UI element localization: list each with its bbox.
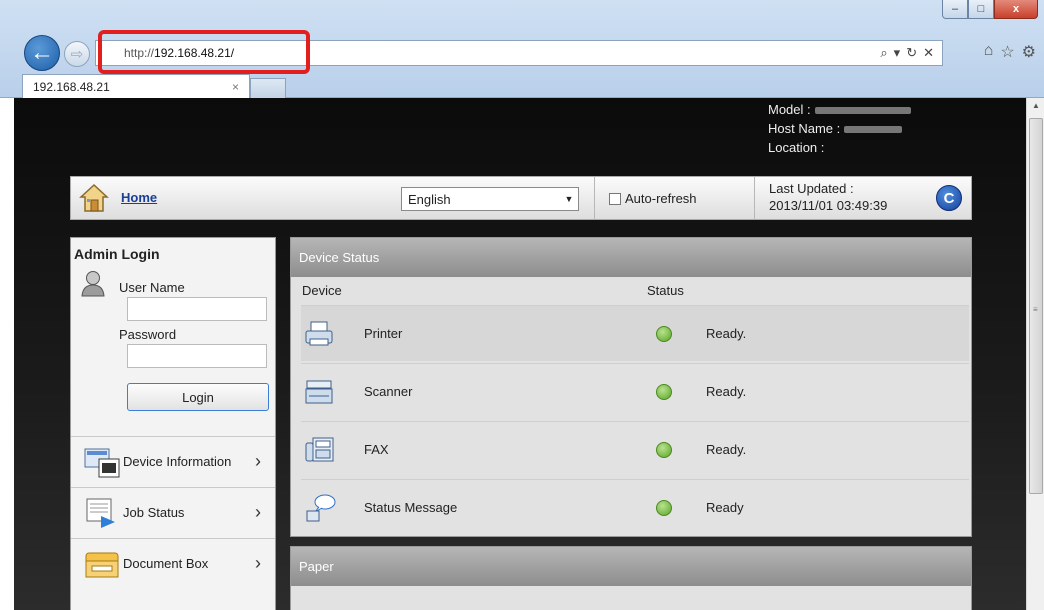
language-select[interactable]: English ▼ [401,187,579,211]
device-status-panel: Device Status Device Status Printer Read… [290,237,972,537]
vertical-scrollbar[interactable]: ▲ ≡ [1026,98,1044,610]
grip-icon: ≡ [1033,305,1038,314]
document-box-icon [85,552,119,577]
device-row-scanner[interactable]: Scanner Ready. [301,363,969,419]
tab-close-icon[interactable]: × [232,80,239,94]
device-status-header: Device Status [291,238,971,277]
top-navbar: Home English ▼ Auto-refresh Last Updated… [70,176,972,220]
user-name-label: User Name [119,280,185,295]
forward-button[interactable]: ⇨ [64,41,90,67]
column-headers: Device Status [291,277,971,305]
last-updated: Last Updated : 2013/11/01 03:49:39 [769,180,887,214]
device-name: FAX [364,442,389,457]
sidebar-item-label: Job Status [123,505,185,520]
auto-refresh-label: Auto-refresh [625,191,697,206]
close-window-button[interactable]: x [994,0,1038,19]
model-label: Model : [768,102,811,117]
device-information-icon [84,448,120,477]
job-status-icon [86,498,115,528]
status-ready-icon [656,499,672,516]
device-row-status-message[interactable]: Status Message Ready [301,479,969,535]
settings-gear-icon[interactable]: ⚙ [1022,42,1036,62]
refresh-button[interactable]: C [936,185,962,211]
device-status-text: Ready. [706,384,747,399]
login-button[interactable]: Login [127,383,269,411]
stop-icon[interactable]: ✕ [923,45,934,61]
chevron-right-icon: › [255,553,261,573]
device-name: Scanner [364,384,413,399]
column-device: Device [302,283,342,298]
paper-panel: Paper [290,546,972,610]
scanner-icon [305,380,333,403]
column-status: Status [647,283,684,298]
device-status-text: Ready. [706,442,747,457]
sidebar-item-label: Document Box [123,556,209,571]
admin-login-title: Admin Login [74,246,160,262]
device-info: Model : Host Name : Location : [768,100,911,157]
minimize-button[interactable]: – [942,0,968,19]
sidebar-item-document-box[interactable]: Document Box › [71,538,275,588]
back-button[interactable]: ← [24,35,60,71]
home-house-icon[interactable] [79,183,109,213]
url-highlight-box [98,30,310,74]
scroll-up-arrow-icon[interactable]: ▲ [1027,98,1044,114]
last-updated-label: Last Updated : [769,181,854,196]
divider [754,177,755,219]
tab-title: 192.168.48.21 [33,79,110,94]
password-input[interactable] [127,344,267,368]
paper-header: Paper [291,547,971,586]
language-value: English [408,191,451,207]
favorites-star-icon[interactable]: ☆ [1000,42,1014,62]
device-row-printer[interactable]: Printer Ready. [301,305,969,361]
window-controls: – □ x [942,0,1038,19]
new-tab-button[interactable] [250,78,286,98]
auto-refresh-checkbox[interactable] [609,192,621,205]
device-name: Status Message [364,500,458,515]
status-ready-icon [656,325,672,342]
status-ready-icon [656,383,672,400]
sidebar: Admin Login User Name Password Login Dev… [70,237,276,610]
last-updated-value: 2013/11/01 03:49:39 [769,198,888,213]
dropdown-arrow-icon[interactable]: ▾ [894,45,901,61]
location-label: Location : [768,140,825,155]
home-link[interactable]: Home [121,190,157,205]
refresh-icon[interactable]: ↻ [906,45,917,61]
maximize-button[interactable]: □ [968,0,994,19]
scroll-thumb[interactable]: ≡ [1029,118,1043,494]
forward-arrow-icon: ⇨ [70,46,84,63]
auto-refresh-toggle[interactable]: Auto-refresh [609,191,697,206]
sidebar-item-label: Device Information [123,454,232,469]
fax-icon [305,437,334,461]
status-ready-icon [656,441,672,458]
sidebar-item-job-status[interactable]: Job Status › [71,487,275,537]
divider [594,177,595,219]
back-arrow-icon: ← [30,39,54,66]
device-name: Printer [364,326,403,341]
device-status-text: Ready [706,500,744,515]
chevron-right-icon: › [255,502,261,522]
sidebar-item-device-information[interactable]: Device Information › [71,436,275,486]
chevron-down-icon: ▼ [564,194,574,204]
host-name-label: Host Name : [768,121,841,136]
printer-icon [305,321,333,345]
user-avatar-icon [81,271,105,297]
device-row-fax[interactable]: FAX Ready. [301,421,969,477]
redacted-value [814,107,911,115]
browser-tab[interactable]: 192.168.48.21 × [22,74,250,98]
device-status-text: Ready. [706,326,747,341]
refresh-icon: C [943,189,955,207]
search-icon[interactable]: ⌕ [880,45,887,61]
password-label: Password [119,327,177,342]
status-message-icon [306,494,336,521]
redacted-value [844,126,903,134]
home-icon[interactable]: ⌂ [984,42,994,62]
page-viewport: Model : Host Name : Location : Home Engl… [14,98,1026,610]
browser-chrome: – □ x ← ⇨ http://192.168.48.21/ ⌕ ▾ ↻ ✕ … [0,0,1044,98]
chevron-right-icon: › [255,451,261,471]
user-name-input[interactable] [127,297,267,321]
